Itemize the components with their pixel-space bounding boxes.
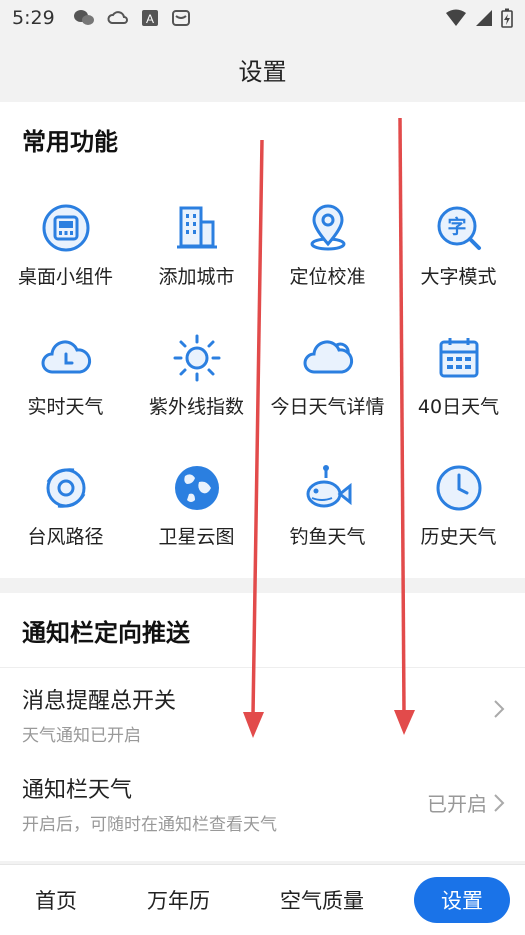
nav-home[interactable]: 首页 bbox=[15, 877, 97, 923]
fish-icon bbox=[306, 465, 351, 508]
grid-item-add-city[interactable]: 添加城市 bbox=[131, 188, 262, 318]
grid-item-label: 台风路径 bbox=[27, 526, 104, 548]
battery-icon bbox=[501, 8, 513, 28]
divider bbox=[0, 667, 525, 668]
notification-push-title: 通知栏定向推送 bbox=[22, 619, 190, 647]
grid-item-satellite-cloud[interactable]: 卫星云图 bbox=[131, 448, 262, 578]
grid-item-label: 大字模式 bbox=[420, 266, 497, 288]
nav-air-quality[interactable]: 空气质量 bbox=[260, 877, 384, 923]
grid-item-realtime-weather[interactable]: 实时天气 bbox=[0, 318, 131, 448]
chevron-right-icon bbox=[494, 700, 505, 718]
globe-icon bbox=[174, 466, 219, 510]
typhoon-icon bbox=[46, 468, 85, 508]
row-message-master-switch[interactable]: 消息提醒总开关 天气通知已开启 bbox=[0, 669, 525, 757]
row-notification-weather[interactable]: 通知栏天气 开启后，可随时在通知栏查看天气 已开启 bbox=[0, 758, 525, 846]
cloud-clock-icon bbox=[41, 340, 91, 374]
grid-item-today-detail[interactable]: 今日天气详情 bbox=[262, 318, 393, 448]
location-pin-icon bbox=[310, 204, 345, 251]
row-title: 通知栏天气 bbox=[22, 778, 133, 803]
grid-item-label: 今日天气详情 bbox=[270, 396, 385, 418]
cloud-icon bbox=[303, 340, 353, 374]
app-a-icon: A bbox=[141, 10, 158, 26]
grid-item-label: 钓鱼天气 bbox=[289, 526, 366, 548]
wechat-icon bbox=[73, 10, 94, 25]
status-notification-icons: A bbox=[73, 9, 191, 27]
grid-item-history-weather[interactable]: 历史天气 bbox=[393, 448, 524, 578]
mailbox-icon bbox=[171, 10, 190, 26]
common-functions-card: 常用功能 桌面小组件 添加城市 定位校准 字 大字模式 实时天气 紫外线指数 今… bbox=[0, 102, 525, 578]
grid-item-widget[interactable]: 桌面小组件 bbox=[0, 188, 131, 318]
common-functions-title: 常用功能 bbox=[22, 128, 118, 156]
grid-item-label: 实时天气 bbox=[27, 396, 104, 418]
bottom-nav: 首页 万年历 空气质量 设置 bbox=[0, 864, 525, 935]
wifi-icon bbox=[446, 9, 466, 26]
cloud-status-icon bbox=[107, 11, 128, 24]
row-right bbox=[487, 699, 505, 719]
sun-icon bbox=[173, 334, 220, 382]
signal-icon bbox=[476, 10, 492, 26]
status-time: 5:29 bbox=[12, 7, 55, 29]
clock-icon bbox=[436, 465, 481, 511]
page-title-bar: 设置 bbox=[0, 36, 525, 102]
svg-text:字: 字 bbox=[447, 215, 466, 238]
grid-item-label: 卫星云图 bbox=[158, 526, 235, 548]
calendar-icon bbox=[439, 338, 478, 378]
nav-calendar[interactable]: 万年历 bbox=[127, 877, 230, 923]
grid-item-label: 添加城市 bbox=[158, 266, 235, 288]
status-bar: 5:29 A bbox=[0, 0, 525, 36]
page-title: 设置 bbox=[238, 57, 287, 86]
grid-item-label: 紫外线指数 bbox=[148, 396, 244, 418]
nav-settings[interactable]: 设置 bbox=[414, 877, 510, 923]
status-system-icons bbox=[445, 8, 513, 28]
row-title: 消息提醒总开关 bbox=[22, 689, 177, 714]
grid-item-label: 定位校准 bbox=[289, 266, 366, 288]
building-icon bbox=[176, 206, 217, 249]
row-subtitle: 开启后，可随时在通知栏查看天气 bbox=[22, 815, 277, 835]
grid-item-large-font[interactable]: 字 大字模式 bbox=[393, 188, 524, 318]
grid-item-40-day-weather[interactable]: 40日天气 bbox=[393, 318, 524, 448]
grid-item-uv-index[interactable]: 紫外线指数 bbox=[131, 318, 262, 448]
row-subtitle: 天气通知已开启 bbox=[22, 726, 141, 746]
grid-item-label: 历史天气 bbox=[420, 526, 497, 548]
grid-item-location-calibrate[interactable]: 定位校准 bbox=[262, 188, 393, 318]
grid-item-typhoon-path[interactable]: 台风路径 bbox=[0, 448, 131, 578]
common-functions-grid: 桌面小组件 添加城市 定位校准 字 大字模式 实时天气 紫外线指数 今日天气详情… bbox=[0, 188, 525, 578]
large-font-icon: 字 bbox=[437, 206, 481, 250]
grid-item-label: 桌面小组件 bbox=[17, 266, 113, 288]
chevron-right-icon bbox=[494, 793, 505, 812]
grid-item-label: 40日天气 bbox=[417, 396, 500, 418]
notification-push-card: 通知栏定向推送 消息提醒总开关 天气通知已开启 通知栏天气 开启后，可随时在通知… bbox=[0, 593, 525, 861]
svg-text:A: A bbox=[146, 12, 154, 26]
row-value: 已开启 bbox=[427, 792, 487, 816]
row-right: 已开启 bbox=[427, 788, 505, 817]
widget-icon bbox=[42, 204, 89, 252]
grid-item-fishing-weather[interactable]: 钓鱼天气 bbox=[262, 448, 393, 578]
